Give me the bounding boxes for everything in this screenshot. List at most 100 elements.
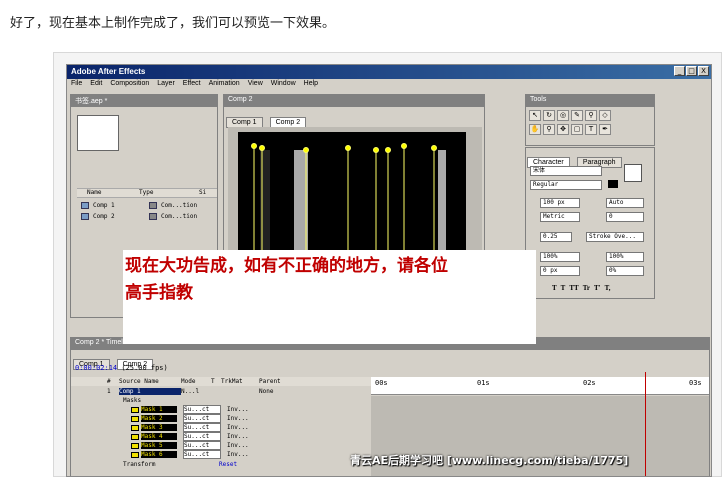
- menu-effect[interactable]: Effect: [183, 80, 201, 92]
- timeline-column-header: # Source Name Mode T TrkMat Parent: [71, 377, 371, 386]
- annotation-line-1: 现在大功告成，如有不正确的地方，请各位: [125, 256, 448, 276]
- subscript-button[interactable]: T,: [605, 284, 611, 292]
- masks-group[interactable]: Masks: [71, 396, 371, 405]
- mask-mode-select[interactable]: Su...ct: [183, 423, 221, 432]
- vertical-scale-field[interactable]: 100%: [540, 252, 580, 262]
- transform-group[interactable]: Transform Reset: [71, 460, 371, 469]
- rectangle-tool-icon[interactable]: ▢: [571, 124, 583, 135]
- project-item-type: Com...tion: [161, 202, 198, 209]
- rotate-tool-icon[interactable]: ↻: [543, 110, 555, 121]
- mask-row[interactable]: Mask 2 Su...ct Inv...: [71, 414, 371, 423]
- minimize-button[interactable]: _: [674, 66, 685, 76]
- mask-name[interactable]: Mask 1: [141, 406, 177, 413]
- window-title: Adobe After Effects: [71, 67, 146, 76]
- mask-inverted-checkbox[interactable]: Inv...: [227, 424, 249, 431]
- pan-tool-icon[interactable]: ✥: [557, 124, 569, 135]
- project-item-type: Com...tion: [161, 213, 198, 220]
- text-tool-icon[interactable]: T: [585, 124, 597, 135]
- stroke-mode-select[interactable]: Stroke Ove...: [586, 232, 644, 242]
- mask-inverted-checkbox[interactable]: Inv...: [227, 406, 249, 413]
- font-style-select[interactable]: Regular: [530, 180, 602, 190]
- time-ruler[interactable]: 00s 01s 02s 03s: [371, 377, 709, 395]
- maximize-button[interactable]: □: [686, 66, 697, 76]
- mask-row[interactable]: Mask 5 Su...ct Inv...: [71, 441, 371, 450]
- mask-color-icon: [131, 415, 139, 422]
- font-size-field[interactable]: 100 px: [540, 198, 580, 208]
- menu-edit[interactable]: Edit: [90, 80, 102, 92]
- project-item[interactable]: Comp 1 Com...tion: [77, 200, 217, 211]
- mask-row[interactable]: Mask 6 Su...ct Inv...: [71, 450, 371, 459]
- layer-row[interactable]: 1 Comp 1 N...l None: [71, 387, 371, 396]
- project-title: 书签.aep *: [75, 98, 108, 105]
- timecode-display[interactable]: 0:00:02:14 (25.00 fps): [75, 364, 168, 372]
- mask-name[interactable]: Mask 3: [141, 424, 177, 431]
- menu-composition[interactable]: Composition: [110, 80, 149, 92]
- stroke-color-swatch[interactable]: [608, 180, 618, 188]
- project-col-type[interactable]: Type: [139, 189, 199, 197]
- eraser-tool-icon[interactable]: ◇: [599, 110, 611, 121]
- menu-layer[interactable]: Layer: [157, 80, 175, 92]
- brush-tool-icon[interactable]: ✎: [571, 110, 583, 121]
- menu-help[interactable]: Help: [304, 80, 318, 92]
- mask-row[interactable]: Mask 1 Su...ct Inv...: [71, 405, 371, 414]
- project-item[interactable]: Comp 2 Com...tion: [77, 211, 217, 222]
- leading-field[interactable]: Auto: [606, 198, 644, 208]
- font-family-select[interactable]: 宋体: [530, 166, 602, 176]
- transform-reset-link[interactable]: Reset: [219, 461, 237, 468]
- mask-vertex: [401, 143, 407, 149]
- zoom-tool-icon[interactable]: ⚲: [543, 124, 555, 135]
- menu-file[interactable]: File: [71, 80, 82, 92]
- layer-number: 1: [107, 388, 111, 395]
- project-title-bar: 书签.aep *: [71, 95, 217, 107]
- mask-vertex: [431, 145, 437, 151]
- kerning-field[interactable]: Metric: [540, 212, 580, 222]
- timecode[interactable]: 0:00:02:14: [75, 364, 117, 372]
- layer-parent[interactable]: None: [259, 388, 273, 395]
- superscript-button[interactable]: T': [594, 284, 601, 292]
- baseline-shift-field[interactable]: 0 px: [540, 266, 580, 276]
- faux-italic-button[interactable]: T: [561, 284, 566, 292]
- camera-tool-icon[interactable]: ◎: [557, 110, 569, 121]
- mask-name[interactable]: Mask 5: [141, 442, 177, 449]
- mask-mode-select[interactable]: Su...ct: [183, 414, 221, 423]
- tsume-field[interactable]: 0%: [606, 266, 644, 276]
- faux-bold-button[interactable]: T: [552, 284, 557, 292]
- horizontal-scale-field[interactable]: 100%: [606, 252, 644, 262]
- small-caps-button[interactable]: Tr: [583, 284, 590, 292]
- composition-title-bar: Comp 2: [224, 95, 484, 107]
- current-time-indicator[interactable]: [645, 372, 646, 476]
- clone-tool-icon[interactable]: ⚲: [585, 110, 597, 121]
- mask-row[interactable]: Mask 3 Su...ct Inv...: [71, 423, 371, 432]
- mask-color-icon: [131, 451, 139, 458]
- mask-mode-select[interactable]: Su...ct: [183, 405, 221, 414]
- mask-name[interactable]: Mask 2: [141, 415, 177, 422]
- mask-name[interactable]: Mask 4: [141, 433, 177, 440]
- mask-mode-select[interactable]: Su...ct: [183, 441, 221, 450]
- menu-view[interactable]: View: [248, 80, 263, 92]
- mask-inverted-checkbox[interactable]: Inv...: [227, 415, 249, 422]
- selection-tool-icon[interactable]: ↖: [529, 110, 541, 121]
- menu-window[interactable]: Window: [271, 80, 296, 92]
- layer-name[interactable]: Comp 1: [119, 388, 181, 395]
- mask-mode-select[interactable]: Su...ct: [183, 432, 221, 441]
- all-caps-button[interactable]: TT: [569, 284, 578, 292]
- mask-row[interactable]: Mask 4 Su...ct Inv...: [71, 432, 371, 441]
- close-button[interactable]: X: [698, 66, 709, 76]
- mask-inverted-checkbox[interactable]: Inv...: [227, 442, 249, 449]
- tracking-field[interactable]: 0: [606, 212, 644, 222]
- pen-tool-icon[interactable]: ✒: [599, 124, 611, 135]
- annotation-box: 现在大功告成，如有不正确的地方，请各位 高手指教: [123, 250, 536, 344]
- mask-name[interactable]: Mask 6: [141, 451, 177, 458]
- layer-mode[interactable]: N...l: [181, 388, 211, 395]
- mask-color-icon: [131, 433, 139, 440]
- stroke-width-field[interactable]: 0.25: [540, 232, 572, 242]
- menu-animation[interactable]: Animation: [209, 80, 240, 92]
- mask-color-icon: [131, 424, 139, 431]
- mask-mode-select[interactable]: Su...ct: [183, 450, 221, 459]
- mask-inverted-checkbox[interactable]: Inv...: [227, 451, 249, 458]
- mask-inverted-checkbox[interactable]: Inv...: [227, 433, 249, 440]
- hand-tool-icon[interactable]: ✋: [529, 124, 541, 135]
- project-col-size[interactable]: Si: [199, 189, 206, 197]
- fill-color-swatch[interactable]: [624, 164, 642, 182]
- project-col-name[interactable]: Name: [77, 189, 139, 197]
